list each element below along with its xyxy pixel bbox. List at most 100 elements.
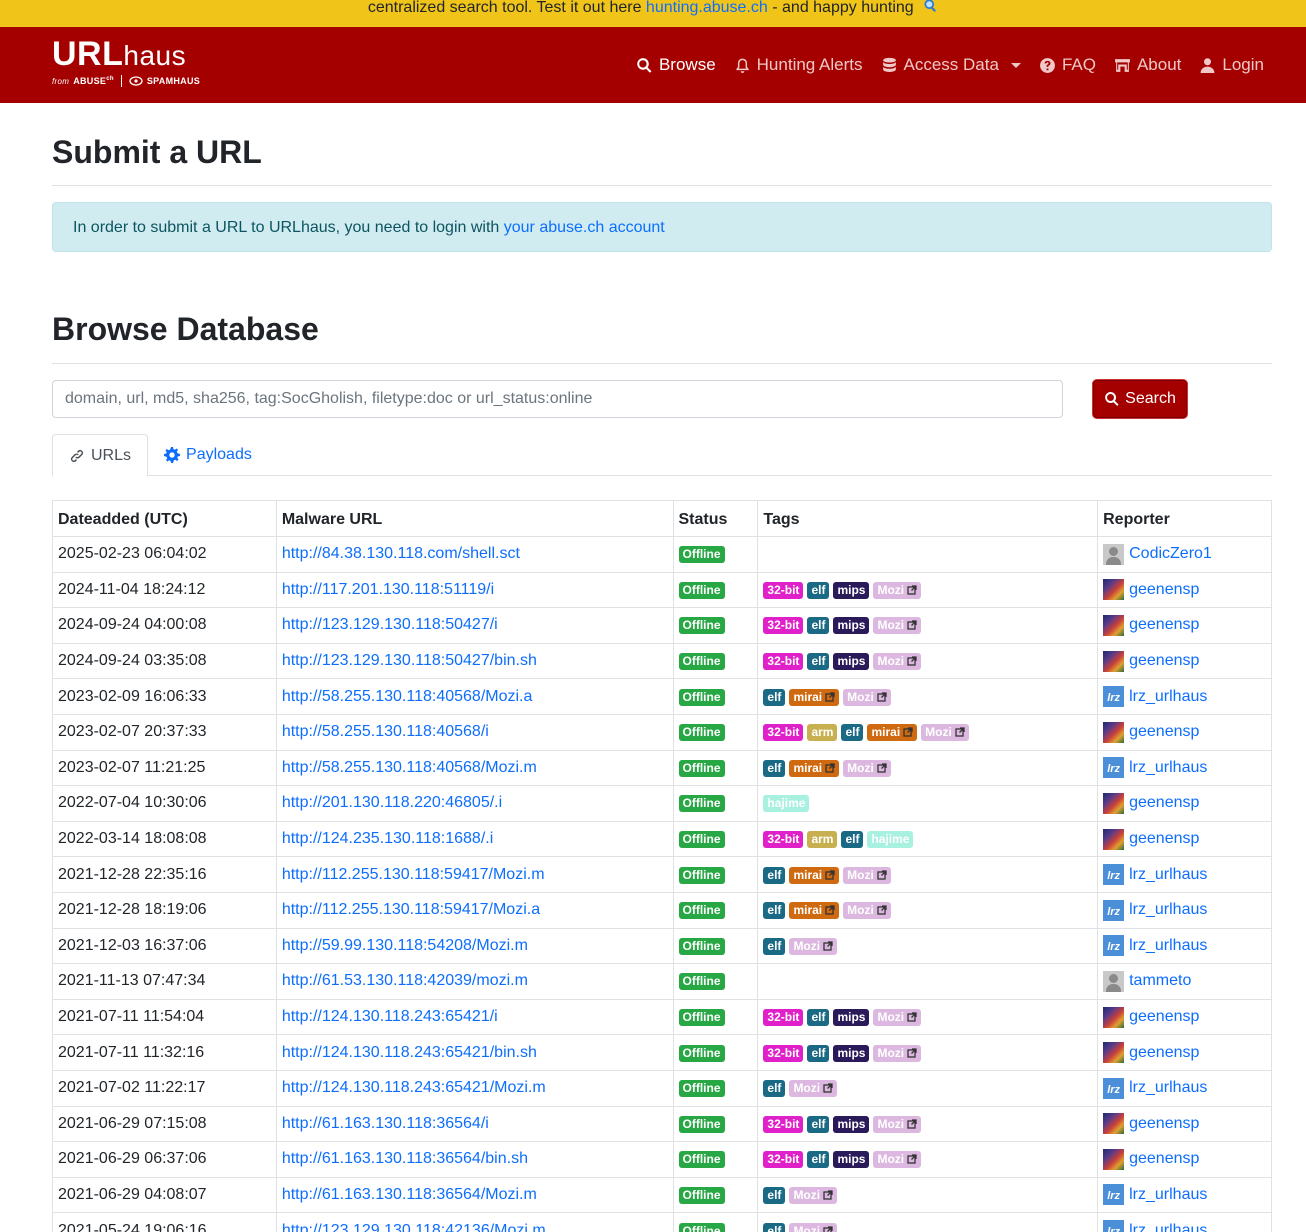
tag-badge[interactable]: elf (807, 1151, 830, 1169)
column-header[interactable]: Dateadded (UTC) (52, 500, 277, 537)
tag-badge[interactable]: mips (833, 617, 870, 635)
tag-badge[interactable]: hajime (763, 795, 810, 813)
tag-badge[interactable]: Mozi (921, 724, 969, 742)
reporter-link[interactable]: lrz_urlhaus (1129, 759, 1207, 777)
tag-badge[interactable]: elf (763, 1186, 786, 1204)
reporter-link[interactable]: lrz_urlhaus (1129, 1079, 1207, 1097)
column-header[interactable]: Reporter (1097, 500, 1272, 537)
reporter-link[interactable]: lrz_urlhaus (1129, 1186, 1207, 1204)
tag-badge[interactable]: mips (833, 581, 870, 599)
malware-url-link[interactable]: http://58.255.130.118:40568/i (282, 723, 489, 740)
malware-url-link[interactable]: http://124.130.118.243:65421/bin.sh (282, 1044, 537, 1061)
tag-badge[interactable]: hajime (867, 831, 914, 849)
tag-badge[interactable]: arm (807, 831, 838, 849)
tag-badge[interactable]: elf (763, 1080, 786, 1098)
tag-badge[interactable]: Mozi (789, 1080, 838, 1098)
reporter-link[interactable]: geenensp (1129, 1150, 1199, 1168)
malware-url-link[interactable]: http://124.130.118.243:65421/i (282, 1008, 498, 1025)
reporter-link[interactable]: lrz_urlhaus (1129, 901, 1207, 919)
reporter-link[interactable]: CodicZero1 (1129, 545, 1212, 563)
tag-badge[interactable]: 32-bit (763, 1115, 804, 1133)
tag-badge[interactable]: Mozi (873, 1044, 922, 1062)
tag-badge[interactable]: 32-bit (763, 724, 804, 742)
tag-badge[interactable]: elf (763, 902, 786, 920)
tag-badge[interactable]: elf (807, 1115, 830, 1133)
reporter-link[interactable]: geenensp (1129, 1044, 1199, 1062)
tag-badge[interactable]: Mozi (843, 902, 891, 920)
reporter-link[interactable]: geenensp (1129, 652, 1199, 670)
tag-badge[interactable]: Mozi (873, 653, 922, 671)
reporter-link[interactable]: geenensp (1129, 1008, 1199, 1026)
malware-url-link[interactable]: http://61.53.130.118:42039/mozi.m (282, 972, 528, 989)
tag-badge[interactable]: mirai (789, 866, 840, 884)
tab-payloads[interactable]: Payloads (148, 434, 268, 476)
tag-badge[interactable]: Mozi (873, 1115, 922, 1133)
nav-faq[interactable]: FAQ (1039, 55, 1096, 75)
column-header[interactable]: Status (672, 500, 759, 537)
reporter-link[interactable]: geenensp (1129, 830, 1199, 848)
malware-url-link[interactable]: http://61.163.130.118:36564/Mozi.m (282, 1186, 537, 1203)
reporter-link[interactable]: geenensp (1129, 723, 1199, 741)
malware-url-link[interactable]: http://123.129.130.118:50427/bin.sh (282, 652, 537, 669)
tag-badge[interactable]: elf (763, 866, 786, 884)
tag-badge[interactable]: 32-bit (763, 653, 804, 671)
malware-url-link[interactable]: http://201.130.118.220:46805/.i (282, 794, 502, 811)
tag-badge[interactable]: arm (807, 724, 838, 742)
tag-badge[interactable]: elf (807, 617, 830, 635)
malware-url-link[interactable]: http://124.130.118.243:65421/Mozi.m (282, 1079, 546, 1096)
tag-badge[interactable]: elf (841, 831, 864, 849)
tag-badge[interactable]: Mozi (873, 1009, 922, 1027)
reporter-link[interactable]: geenensp (1129, 581, 1199, 599)
nav-login[interactable]: Login (1199, 55, 1264, 75)
malware-url-link[interactable]: http://123.129.130.118:50427/i (282, 616, 498, 633)
tag-badge[interactable]: elf (763, 937, 786, 955)
reporter-link[interactable]: geenensp (1129, 616, 1199, 634)
malware-url-link[interactable]: http://58.255.130.118:40568/Mozi.a (282, 688, 533, 705)
tag-badge[interactable]: elf (763, 688, 786, 706)
malware-url-link[interactable]: http://112.255.130.118:59417/Mozi.m (282, 866, 545, 883)
hunting-link[interactable]: hunting.abuse.ch (646, 0, 768, 16)
reporter-link[interactable]: lrz_urlhaus (1129, 937, 1207, 955)
column-header[interactable]: Tags (757, 500, 1099, 537)
tag-badge[interactable]: 32-bit (763, 1151, 804, 1169)
malware-url-link[interactable]: http://61.163.130.118:36564/i (282, 1115, 489, 1132)
malware-url-link[interactable]: http://58.255.130.118:40568/Mozi.m (282, 759, 537, 776)
tag-badge[interactable]: Mozi (843, 759, 891, 777)
search-input[interactable] (52, 380, 1063, 418)
malware-url-link[interactable]: http://84.38.130.118.com/shell.sct (282, 545, 520, 562)
nav-browse[interactable]: Browse (636, 55, 716, 75)
reporter-link[interactable]: lrz_urlhaus (1129, 1222, 1207, 1232)
column-header[interactable]: Malware URL (275, 500, 674, 537)
tag-badge[interactable]: elf (807, 1009, 830, 1027)
tag-badge[interactable]: Mozi (789, 937, 838, 955)
brand-logo[interactable]: URLhaus from ABUSEch SPAMHAUS (52, 37, 200, 87)
reporter-link[interactable]: lrz_urlhaus (1129, 866, 1207, 884)
tag-badge[interactable]: Mozi (873, 1151, 922, 1169)
reporter-link[interactable]: tammeto (1129, 972, 1191, 990)
malware-url-link[interactable]: http://112.255.130.118:59417/Mozi.a (282, 901, 540, 918)
tag-badge[interactable]: Mozi (873, 581, 922, 599)
tag-badge[interactable]: mirai (789, 902, 840, 920)
tag-badge[interactable]: 32-bit (763, 831, 804, 849)
tag-badge[interactable]: elf (763, 759, 786, 777)
malware-url-link[interactable]: http://124.235.130.118:1688/.i (282, 830, 493, 847)
tab-urls[interactable]: URLs (52, 434, 149, 477)
tag-badge[interactable]: mirai (789, 688, 840, 706)
tag-badge[interactable]: 32-bit (763, 1009, 804, 1027)
tag-badge[interactable]: Mozi (843, 866, 891, 884)
search-button[interactable]: Search (1093, 380, 1187, 418)
nav-hunting-alerts[interactable]: Hunting Alerts (734, 55, 863, 75)
tag-badge[interactable]: elf (807, 653, 830, 671)
tag-badge[interactable]: 32-bit (763, 581, 804, 599)
abuse-account-link[interactable]: your abuse.ch account (504, 219, 665, 236)
tag-badge[interactable]: Mozi (789, 1222, 838, 1232)
reporter-link[interactable]: geenensp (1129, 1115, 1199, 1133)
malware-url-link[interactable]: http://59.99.130.118:54208/Mozi.m (282, 937, 528, 954)
tag-badge[interactable]: mips (833, 1044, 870, 1062)
tag-badge[interactable]: elf (841, 724, 864, 742)
tag-badge[interactable]: elf (807, 581, 830, 599)
malware-url-link[interactable]: http://61.163.130.118:36564/bin.sh (282, 1150, 528, 1167)
tag-badge[interactable]: mips (833, 1115, 870, 1133)
tag-badge[interactable]: mirai (789, 759, 840, 777)
malware-url-link[interactable]: http://117.201.130.118:51119/i (282, 581, 494, 598)
